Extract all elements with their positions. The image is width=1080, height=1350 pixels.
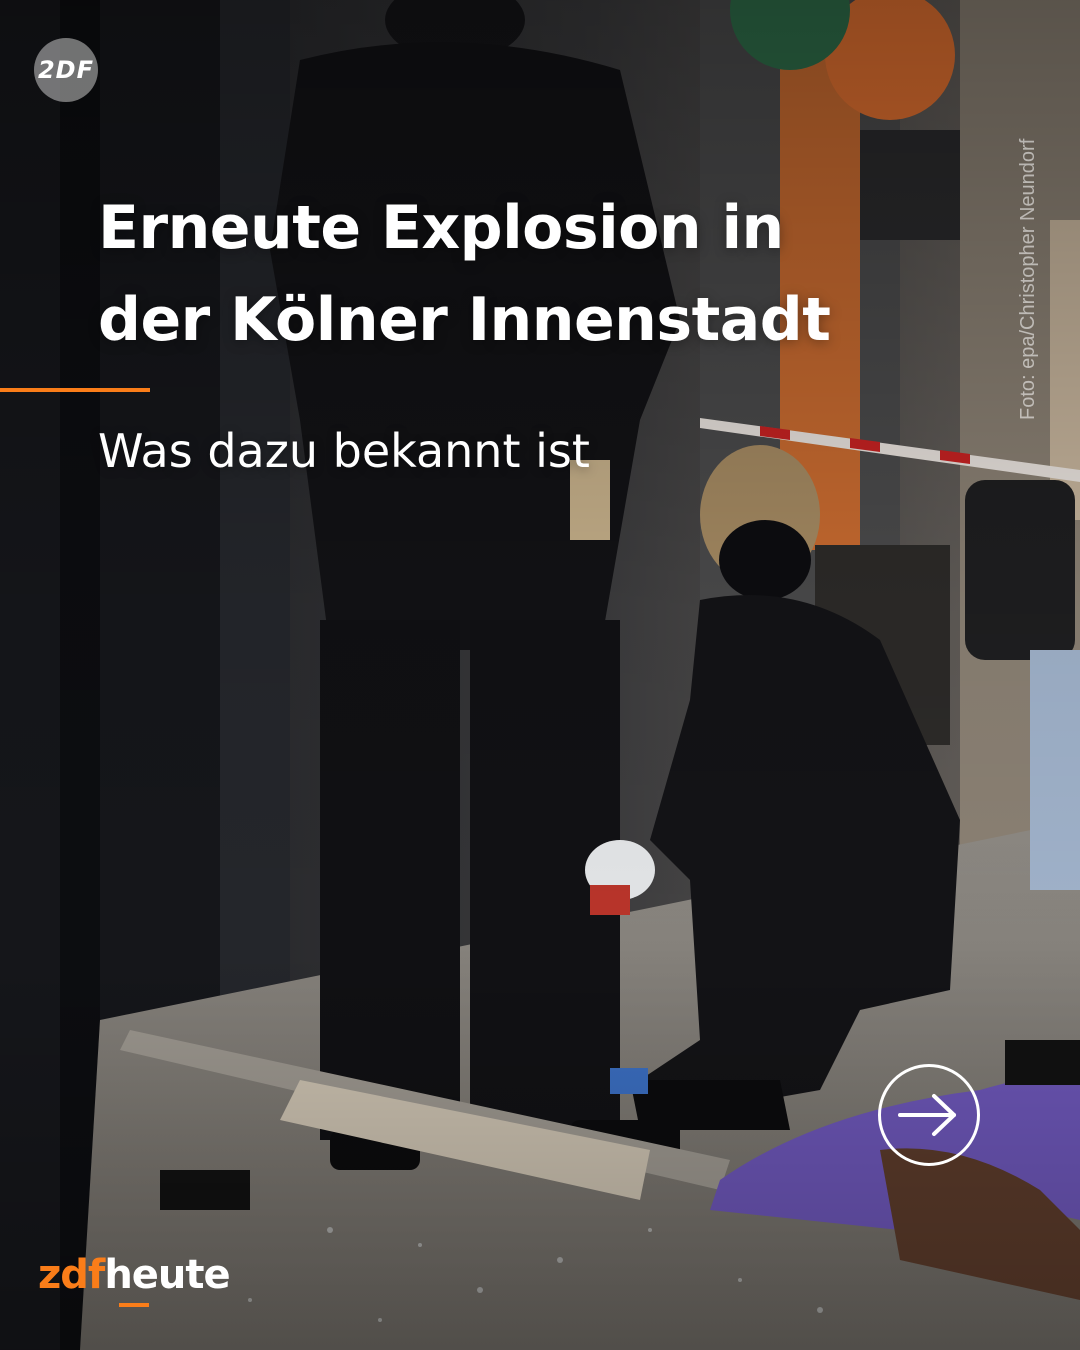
arrow-right-circle-icon [898, 1094, 956, 1136]
headline-line-2: der Kölner Innenstadt [98, 285, 831, 355]
zdf-badge-text: 2DF [37, 56, 94, 84]
headline-line-1: Erneute Explosion in [98, 193, 784, 263]
headline: Erneute Explosion in der Kölner Innensta… [98, 182, 958, 366]
subheadline: Was dazu bekannt ist [98, 424, 590, 478]
zdfheute-logo: zdfheute [38, 1252, 231, 1298]
zdf-logo-badge: 2DF [34, 38, 98, 102]
accent-divider [0, 388, 150, 392]
logo-zdf: zdf [38, 1252, 105, 1298]
logo-underline [119, 1303, 149, 1307]
photo-credit-text: Foto: epa/Christopher Neundorf [1017, 138, 1039, 420]
next-slide-button[interactable] [878, 1064, 980, 1166]
photo-credit: Foto: epa/Christopher Neundorf [1017, 40, 1047, 420]
logo-heute: heute [104, 1252, 230, 1298]
post-card: 2DF Foto: epa/Christopher Neundorf Erneu… [0, 0, 1080, 1350]
